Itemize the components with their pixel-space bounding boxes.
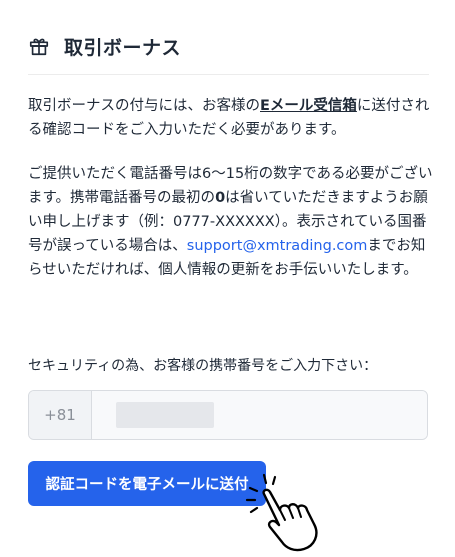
zero-digit: 0 [215,190,226,206]
page-title: 取引ボーナス [64,36,182,59]
country-code: +81 [29,391,92,439]
page-header: 取引ボーナス [28,18,429,75]
notice-text: 取引ボーナスの付与には、お客様の [28,98,260,114]
bonus-notice-paragraph: 取引ボーナスの付与には、お客様のEメール受信箱に送付される確認コードをご入力いた… [28,94,433,142]
pointing-hand-icon [245,473,318,552]
phone-field: +81 [28,390,428,440]
gift-icon [29,38,49,56]
phone-instructions-paragraph: ご提供いただく電話番号は6～15桁の数字である必要がございます。携帯電話番号の最… [28,162,433,282]
phone-prompt-label: セキュリティの為、お客様の携帯番号をご入力下さい： [28,358,378,374]
email-inbox-link[interactable]: Eメール受信箱 [260,98,357,114]
send-code-button[interactable]: 認証コードを電子メールに送付 [28,461,266,506]
support-email-link[interactable]: support@xmtrading.com [187,238,368,254]
redacted-phone-number [116,402,214,428]
